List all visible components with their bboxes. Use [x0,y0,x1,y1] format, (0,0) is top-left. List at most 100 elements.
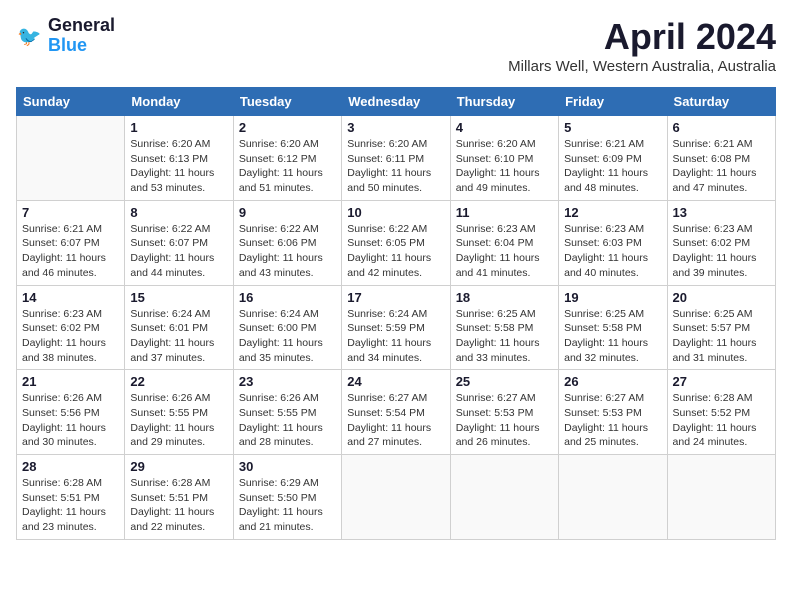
calendar-cell [667,455,775,540]
day-number: 30 [239,459,336,474]
day-number: 9 [239,205,336,220]
calendar-cell: 23 Sunrise: 6:26 AMSunset: 5:55 PMDayligh… [233,370,341,455]
day-number: 7 [22,205,119,220]
day-info: Sunrise: 6:22 AMSunset: 6:07 PMDaylight:… [130,222,227,281]
day-number: 20 [673,290,770,305]
day-number: 21 [22,374,119,389]
calendar-cell [17,116,125,201]
calendar-cell: 21Sunrise: 6:26 AMSunset: 5:56 PMDayligh… [17,370,125,455]
title-area: April 2024 Millars Well, Western Austral… [508,16,776,75]
calendar-cell: 16 Sunrise: 6:24 AMSunset: 6:00 PMDayligh… [233,285,341,370]
calendar-cell: 7 Sunrise: 6:21 AMSunset: 6:07 PMDaylight… [17,200,125,285]
calendar-cell: 10 Sunrise: 6:22 AMSunset: 6:05 PMDayligh… [342,200,450,285]
day-info: Sunrise: 6:26 AMSunset: 5:55 PMDaylight:… [130,391,227,450]
calendar-cell: 8 Sunrise: 6:22 AMSunset: 6:07 PMDaylight… [125,200,233,285]
day-info: Sunrise: 6:21 AMSunset: 6:08 PMDaylight:… [673,137,770,196]
day-header-saturday: Saturday [667,88,775,116]
calendar-cell: 25Sunrise: 6:27 AMSunset: 5:53 PMDayligh… [450,370,558,455]
header: 🐦 General Blue April 2024 Millars Well, … [16,16,776,75]
day-info: Sunrise: 6:24 AMSunset: 5:59 PMDaylight:… [347,307,444,366]
day-info: Sunrise: 6:23 AMSunset: 6:03 PMDaylight:… [564,222,661,281]
day-header-monday: Monday [125,88,233,116]
day-info: Sunrise: 6:22 AMSunset: 6:06 PMDaylight:… [239,222,336,281]
day-info: Sunrise: 6:26 AMSunset: 5:55 PMDaylight:… [239,391,336,450]
calendar-cell: 20 Sunrise: 6:25 AMSunset: 5:57 PMDayligh… [667,285,775,370]
calendar-cell: 26 Sunrise: 6:27 AMSunset: 5:53 PMDayligh… [559,370,667,455]
day-number: 8 [130,205,227,220]
day-info: Sunrise: 6:20 AMSunset: 6:13 PMDaylight:… [130,137,227,196]
day-number: 2 [239,120,336,135]
calendar-cell: 29Sunrise: 6:28 AMSunset: 5:51 PMDayligh… [125,455,233,540]
location: Millars Well, Western Australia, Austral… [508,58,776,75]
calendar-cell [450,455,558,540]
calendar-cell: 1 Sunrise: 6:20 AMSunset: 6:13 PMDaylight… [125,116,233,201]
day-info: Sunrise: 6:25 AMSunset: 5:58 PMDaylight:… [456,307,553,366]
calendar-cell: 30 Sunrise: 6:29 AMSunset: 5:50 PMDayligh… [233,455,341,540]
day-header-sunday: Sunday [17,88,125,116]
day-info: Sunrise: 6:23 AMSunset: 6:04 PMDaylight:… [456,222,553,281]
day-info: Sunrise: 6:28 AMSunset: 5:51 PMDaylight:… [22,476,119,535]
svg-text:🐦: 🐦 [17,26,41,48]
calendar-cell: 17 Sunrise: 6:24 AMSunset: 5:59 PMDayligh… [342,285,450,370]
day-info: Sunrise: 6:22 AMSunset: 6:05 PMDaylight:… [347,222,444,281]
day-info: Sunrise: 6:23 AMSunset: 6:02 PMDaylight:… [22,307,119,366]
day-number: 6 [673,120,770,135]
calendar-cell: 24 Sunrise: 6:27 AMSunset: 5:54 PMDayligh… [342,370,450,455]
day-number: 12 [564,205,661,220]
day-info: Sunrise: 6:25 AMSunset: 5:57 PMDaylight:… [673,307,770,366]
day-number: 11 [456,205,553,220]
day-info: Sunrise: 6:24 AMSunset: 6:01 PMDaylight:… [130,307,227,366]
day-number: 17 [347,290,444,305]
day-header-wednesday: Wednesday [342,88,450,116]
day-info: Sunrise: 6:27 AMSunset: 5:53 PMDaylight:… [564,391,661,450]
logo-text: General Blue [48,16,115,56]
month-title: April 2024 [508,16,776,58]
day-number: 10 [347,205,444,220]
calendar-cell: 9 Sunrise: 6:22 AMSunset: 6:06 PMDaylight… [233,200,341,285]
day-number: 26 [564,374,661,389]
week-row-1: 1 Sunrise: 6:20 AMSunset: 6:13 PMDaylight… [17,116,776,201]
day-number: 28 [22,459,119,474]
day-info: Sunrise: 6:24 AMSunset: 6:00 PMDaylight:… [239,307,336,366]
day-info: Sunrise: 6:29 AMSunset: 5:50 PMDaylight:… [239,476,336,535]
day-info: Sunrise: 6:28 AMSunset: 5:51 PMDaylight:… [130,476,227,535]
calendar-cell: 3 Sunrise: 6:20 AMSunset: 6:11 PMDaylight… [342,116,450,201]
day-header-thursday: Thursday [450,88,558,116]
calendar-cell: 2 Sunrise: 6:20 AMSunset: 6:12 PMDaylight… [233,116,341,201]
day-info: Sunrise: 6:20 AMSunset: 6:11 PMDaylight:… [347,137,444,196]
day-info: Sunrise: 6:21 AMSunset: 6:09 PMDaylight:… [564,137,661,196]
day-number: 5 [564,120,661,135]
calendar-cell: 6 Sunrise: 6:21 AMSunset: 6:08 PMDaylight… [667,116,775,201]
calendar-cell: 4 Sunrise: 6:20 AMSunset: 6:10 PMDaylight… [450,116,558,201]
day-number: 16 [239,290,336,305]
day-info: Sunrise: 6:20 AMSunset: 6:12 PMDaylight:… [239,137,336,196]
day-number: 18 [456,290,553,305]
day-number: 27 [673,374,770,389]
logo-icon: 🐦 [16,22,44,50]
week-row-2: 7 Sunrise: 6:21 AMSunset: 6:07 PMDaylight… [17,200,776,285]
day-header-friday: Friday [559,88,667,116]
day-info: Sunrise: 6:21 AMSunset: 6:07 PMDaylight:… [22,222,119,281]
day-info: Sunrise: 6:20 AMSunset: 6:10 PMDaylight:… [456,137,553,196]
calendar-table: SundayMondayTuesdayWednesdayThursdayFrid… [16,87,776,540]
day-info: Sunrise: 6:25 AMSunset: 5:58 PMDaylight:… [564,307,661,366]
calendar-cell: 14 Sunrise: 6:23 AMSunset: 6:02 PMDayligh… [17,285,125,370]
day-info: Sunrise: 6:27 AMSunset: 5:53 PMDaylight:… [456,391,553,450]
calendar-cell: 27Sunrise: 6:28 AMSunset: 5:52 PMDayligh… [667,370,775,455]
logo: 🐦 General Blue [16,16,115,56]
day-number: 14 [22,290,119,305]
day-number: 23 [239,374,336,389]
week-row-5: 28 Sunrise: 6:28 AMSunset: 5:51 PMDayligh… [17,455,776,540]
day-info: Sunrise: 6:27 AMSunset: 5:54 PMDaylight:… [347,391,444,450]
calendar-cell: 19Sunrise: 6:25 AMSunset: 5:58 PMDayligh… [559,285,667,370]
day-header-tuesday: Tuesday [233,88,341,116]
day-number: 24 [347,374,444,389]
week-row-3: 14 Sunrise: 6:23 AMSunset: 6:02 PMDayligh… [17,285,776,370]
calendar-cell [559,455,667,540]
day-number: 3 [347,120,444,135]
day-number: 4 [456,120,553,135]
day-number: 1 [130,120,227,135]
calendar-cell: 15 Sunrise: 6:24 AMSunset: 6:01 PMDayligh… [125,285,233,370]
calendar-body: 1 Sunrise: 6:20 AMSunset: 6:13 PMDaylight… [17,116,776,540]
day-number: 15 [130,290,227,305]
